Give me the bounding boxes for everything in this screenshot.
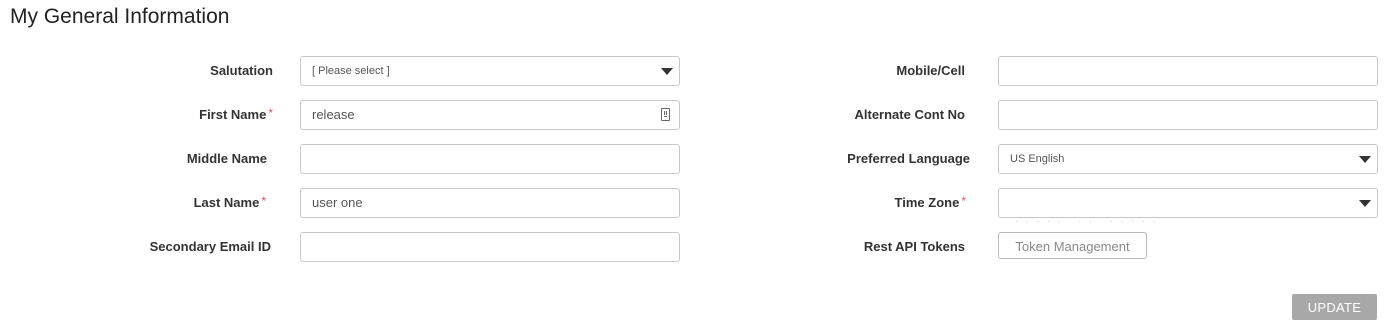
first-name-value: release xyxy=(312,107,355,122)
keypad-icon[interactable] xyxy=(661,108,670,121)
required-marker: * xyxy=(961,194,966,208)
first-name-input[interactable]: release xyxy=(300,100,680,130)
required-marker: * xyxy=(268,106,273,120)
last-name-input[interactable]: user one xyxy=(300,188,680,218)
alternate-contact-label: Alternate Cont No xyxy=(854,107,966,122)
first-name-label: First Name * xyxy=(199,106,273,122)
page-title: My General Information xyxy=(10,5,230,28)
salutation-value: [ Please select ] xyxy=(312,65,390,77)
language-value: US English xyxy=(1010,153,1065,165)
time-zone-select[interactable]: ····· ·· ····· xyxy=(998,188,1378,226)
secondary-email-label: Secondary Email ID xyxy=(149,239,271,254)
rest-api-label: Rest API Tokens xyxy=(863,239,965,254)
time-zone-label: Time Zone * xyxy=(894,194,966,210)
salutation-select[interactable]: [ Please select ] xyxy=(300,56,680,86)
secondary-email-input[interactable] xyxy=(300,232,680,262)
preferred-language-select[interactable]: US English xyxy=(998,144,1378,174)
middle-name-input[interactable] xyxy=(300,144,680,174)
caret-down-icon xyxy=(1359,156,1371,163)
salutation-label: Salutation xyxy=(210,63,273,78)
mobile-input[interactable] xyxy=(998,56,1378,86)
middle-name-label: Middle Name xyxy=(186,151,267,166)
alternate-contact-input[interactable] xyxy=(998,100,1378,130)
required-marker: * xyxy=(261,194,266,208)
update-button[interactable]: UPDATE xyxy=(1292,294,1377,320)
caret-down-icon xyxy=(1359,200,1371,207)
token-management-button[interactable]: Token Management xyxy=(998,232,1147,259)
preferred-language-label: Preferred Language xyxy=(847,151,970,166)
mobile-label: Mobile/Cell xyxy=(896,63,965,78)
last-name-label: Last Name * xyxy=(193,194,266,210)
caret-down-icon xyxy=(661,68,673,75)
last-name-value: user one xyxy=(312,195,363,210)
